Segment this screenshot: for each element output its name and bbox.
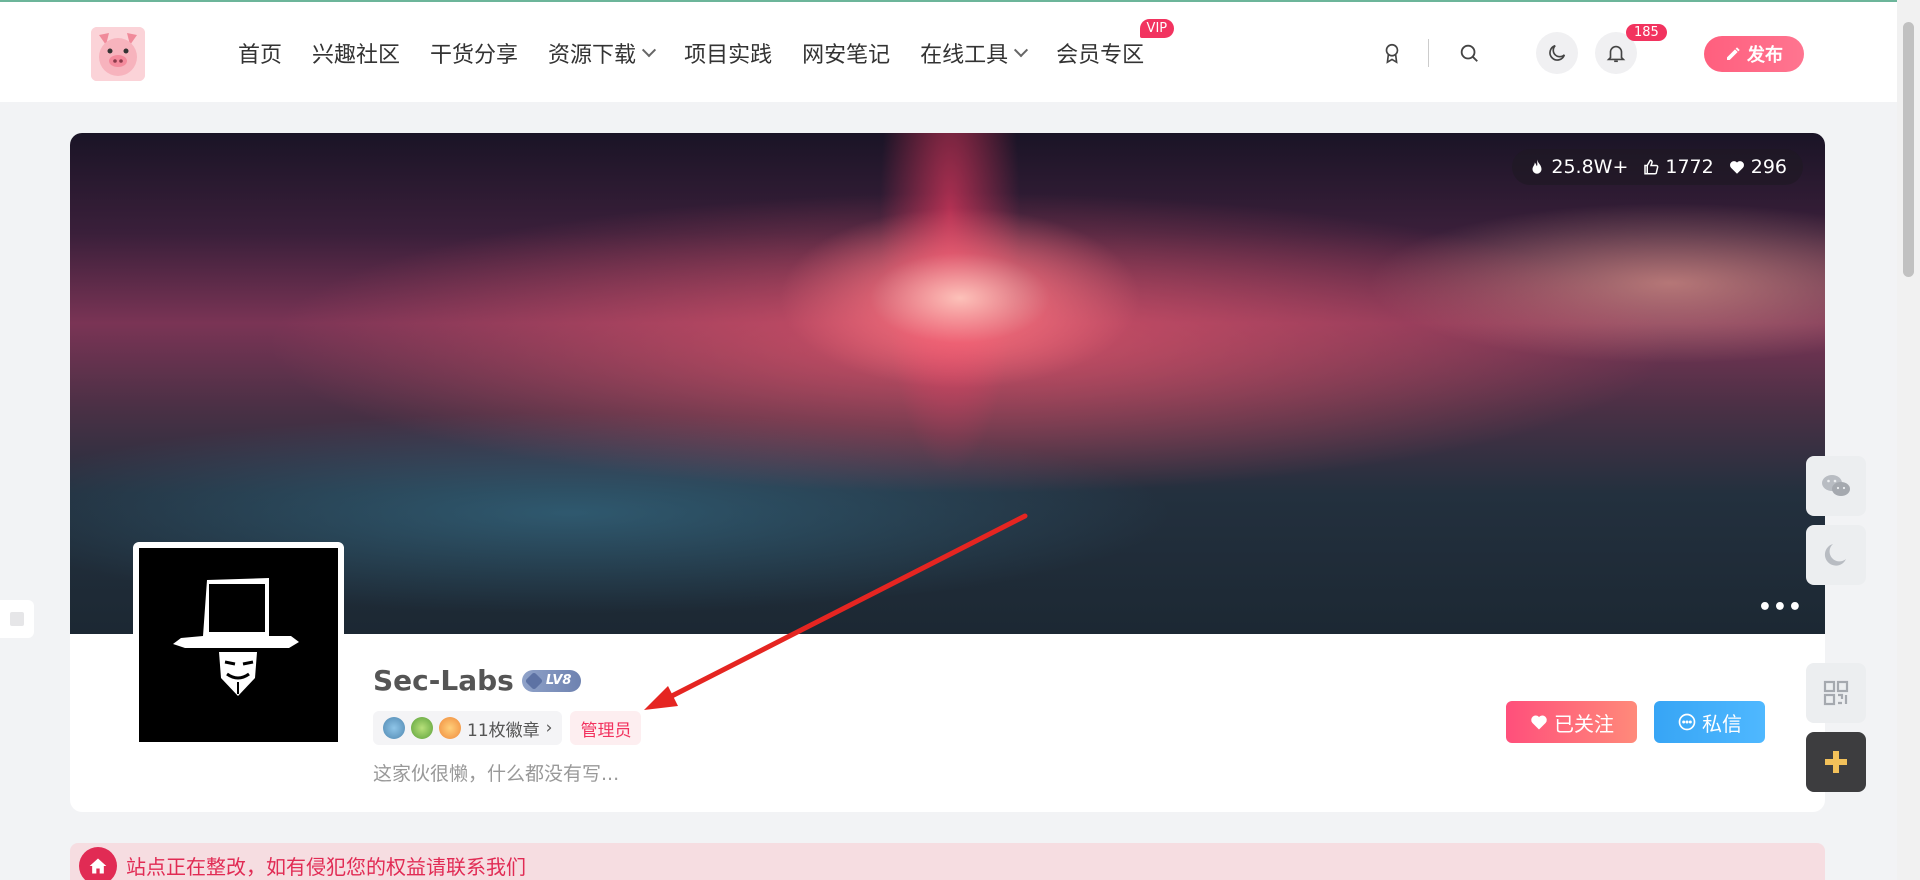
nav-label: 在线工具 [920, 43, 1009, 68]
wechat-button[interactable] [1806, 456, 1866, 516]
likes-count: 1772 [1665, 156, 1714, 178]
username: Sec-Labs [373, 664, 514, 697]
thumbs-up-icon [1644, 159, 1659, 175]
nav-label: 兴趣社区 [312, 43, 401, 68]
publish-label: 发布 [1747, 45, 1783, 66]
follow-label: 已关注 [1554, 711, 1614, 736]
medals-count-label: 11枚徽章 [467, 720, 540, 741]
profile-card: 25.8W+ 1772 296 ••• Sec-Labs LV8 11枚徽章 ›… [70, 133, 1825, 812]
header-divider [1428, 39, 1429, 67]
wechat-icon [1822, 475, 1850, 496]
nav-item-vip[interactable]: 会员专区 VIP [1056, 19, 1175, 69]
nav-label: 干货分享 [430, 43, 519, 68]
views-count: 25.8W+ [1551, 156, 1629, 178]
pencil-icon [1727, 47, 1740, 60]
moon-icon [1549, 44, 1566, 61]
plus-icon [1825, 751, 1847, 773]
user-bio: 这家伙很懒，什么都没有写... [373, 763, 620, 785]
medal-icon [439, 717, 461, 739]
notice-text: 站点正在整改，如有侵犯您的权益请联系我们 [126, 855, 526, 879]
site-logo[interactable] [91, 27, 145, 81]
chevron-right-icon: › [545, 718, 553, 738]
level-badge: LV8 [521, 669, 582, 692]
publish-button[interactable]: 发布 [1704, 36, 1804, 72]
pig-logo-icon [91, 27, 145, 81]
avatar[interactable] [133, 542, 344, 748]
more-options-icon[interactable]: ••• [1758, 595, 1803, 620]
nav-item-home[interactable]: 首页 [238, 37, 282, 69]
badge-icon[interactable] [1371, 32, 1413, 74]
nav-item-community[interactable]: 兴趣社区 [312, 37, 400, 69]
heart-icon [1729, 161, 1744, 174]
chevron-down-icon [641, 43, 657, 58]
favorites-stat: 296 [1728, 156, 1787, 178]
search-icon[interactable] [1448, 32, 1490, 74]
scrollbar-thumb[interactable] [1903, 22, 1914, 277]
add-button[interactable] [1806, 732, 1866, 792]
medals-button[interactable]: 11枚徽章 › [373, 711, 563, 745]
nav-label: 会员专区 [1056, 43, 1145, 68]
nav-label: 资源下载 [548, 43, 637, 68]
username-row: Sec-Labs LV8 [373, 664, 582, 697]
main-nav: 首页 兴趣社区 干货分享 资源下载 项目实践 网安笔记 在线工具 会员专区 VIP [238, 2, 1175, 104]
qrcode-icon [1823, 680, 1849, 706]
nav-item-notes[interactable]: 网安笔记 [802, 37, 890, 69]
anonymous-mask-avatar [139, 548, 338, 742]
nav-label: 网安笔记 [802, 43, 891, 68]
side-tab-icon [10, 612, 24, 626]
page-scrollbar[interactable] [1897, 0, 1920, 880]
side-tab[interactable] [0, 600, 34, 638]
nav-label: 项目实践 [684, 43, 773, 68]
chat-icon [1678, 713, 1696, 731]
notification-count-badge: 185 [1626, 24, 1667, 41]
role-tag: 管理员 [570, 711, 642, 745]
nav-item-tools[interactable]: 在线工具 [920, 37, 1029, 69]
vip-badge: VIP [1139, 19, 1175, 38]
site-header: 首页 兴趣社区 干货分享 资源下载 项目实践 网安笔记 在线工具 会员专区 VIP… [0, 0, 1897, 102]
bell-icon [1606, 45, 1626, 63]
dark-mode-toggle[interactable] [1536, 32, 1578, 74]
likes-stat: 1772 [1642, 156, 1714, 178]
nav-item-downloads[interactable]: 资源下载 [548, 37, 657, 69]
chevron-down-icon [1014, 43, 1029, 58]
nav-item-share[interactable]: 干货分享 [430, 37, 518, 69]
message-button[interactable]: 私信 [1654, 701, 1765, 743]
badge-row: 11枚徽章 › 管理员 [373, 711, 642, 745]
medal-icon [411, 717, 433, 739]
views-stat: 25.8W+ [1528, 156, 1628, 178]
notice-bar: 站点正在整改，如有侵犯您的权益请联系我们 [70, 843, 1825, 880]
home-icon [79, 846, 117, 880]
follow-button[interactable]: 已关注 [1506, 701, 1637, 743]
favorites-count: 296 [1750, 156, 1787, 178]
heart-icon [1531, 715, 1547, 730]
moon-icon [1824, 544, 1846, 566]
message-label: 私信 [1702, 711, 1742, 736]
theme-toggle-button[interactable] [1806, 525, 1866, 585]
nav-label: 首页 [238, 43, 283, 68]
qrcode-button[interactable] [1806, 663, 1866, 723]
medal-icon [383, 717, 405, 739]
nav-item-projects[interactable]: 项目实践 [684, 37, 772, 69]
profile-stats: 25.8W+ 1772 296 [1512, 149, 1803, 185]
fire-icon [1532, 159, 1542, 174]
